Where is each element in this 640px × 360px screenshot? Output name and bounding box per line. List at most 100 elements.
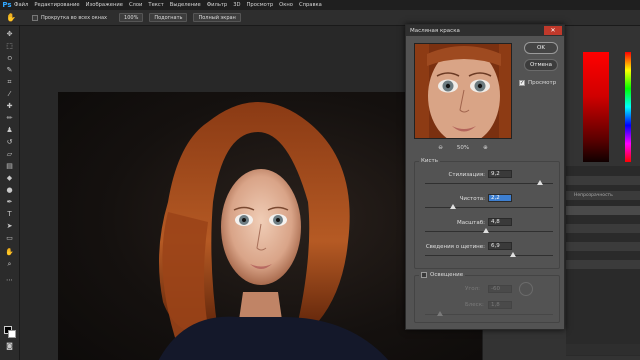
healing-brush-icon[interactable]: ✚	[4, 102, 15, 111]
history-brush-icon[interactable]: ↺	[4, 138, 15, 147]
bristle-detail-input[interactable]: 6,9	[488, 242, 512, 250]
eyedropper-tool-icon[interactable]: ⁄	[4, 90, 15, 99]
scale-slider-thumb[interactable]	[483, 228, 490, 233]
blur-tool-icon[interactable]: ◆	[4, 174, 15, 183]
background-color-swatch[interactable]	[8, 330, 16, 338]
scroll-all-windows-option[interactable]: Прокрутка во всех окнах	[32, 14, 108, 21]
color-picker-field[interactable]	[583, 52, 609, 162]
clone-stamp-icon[interactable]: ♟	[4, 126, 15, 135]
hand-tool-icon[interactable]: ✋	[4, 248, 15, 257]
layers-panel-row[interactable]	[566, 176, 640, 186]
shine-input[interactable]: 1,8	[488, 301, 512, 309]
angle-label: Угол:	[465, 286, 480, 292]
cleanliness-label: Чистота:	[459, 196, 485, 202]
quick-mask-icon[interactable]: ◙	[4, 342, 15, 351]
scale-param: Масштаб: 4,8	[415, 218, 561, 242]
stylization-slider-thumb[interactable]	[537, 180, 544, 185]
rectangle-tool-icon[interactable]: ▭	[4, 234, 15, 243]
pen-tool-icon[interactable]: ✒	[4, 198, 15, 207]
crop-tool-icon[interactable]: ⌗	[4, 78, 15, 87]
preview-toggle[interactable]: ✓ Просмотр	[519, 80, 556, 86]
brush-group: Кисть Стилизация: 9,2 Чистота: 2,2 Масшт…	[414, 158, 561, 269]
layer-row[interactable]	[566, 242, 640, 252]
shine-slider[interactable]	[425, 314, 553, 315]
marquee-tool-icon[interactable]: ⬚	[4, 42, 15, 51]
stylization-slider[interactable]	[425, 183, 553, 184]
path-select-icon[interactable]: ➤	[4, 222, 15, 231]
hue-slider[interactable]	[625, 52, 631, 162]
zoom-out-icon[interactable]: ⊖	[438, 145, 443, 151]
cancel-button[interactable]: Отмена	[524, 59, 558, 71]
bristle-detail-slider-thumb[interactable]	[510, 252, 517, 257]
preview-checkbox[interactable]: ✓	[519, 80, 525, 86]
opacity-label: Непрозрачность	[574, 193, 613, 198]
menu-view[interactable]: Просмотр	[247, 2, 274, 8]
lighting-group: Освещение Угол: -60 Блеск: 1,8	[414, 272, 560, 323]
angle-dial[interactable]	[519, 282, 533, 296]
shine-slider-thumb[interactable]	[437, 311, 443, 316]
ok-button[interactable]: OK	[524, 42, 558, 54]
preview-zoom-controls: ⊖ 50% ⊕	[414, 143, 512, 153]
menu-file[interactable]: Файл	[14, 2, 28, 8]
scale-input[interactable]: 4,8	[488, 218, 512, 226]
zoom-100-button[interactable]: 100%	[119, 13, 144, 22]
menu-3d[interactable]: 3D	[233, 2, 240, 8]
layer-row[interactable]	[566, 260, 640, 270]
tools-panel: ✥ ⬚ ഠ ✎ ⌗ ⁄ ✚ ✏ ♟ ↺ ▱ ▤ ◆ ● ✒ T ➤ ▭ ✋ ⌕ …	[0, 26, 20, 360]
move-tool-icon[interactable]: ✥	[4, 30, 15, 39]
menu-bar: Ps Файл Редактирование Изображение Слои …	[0, 0, 640, 10]
eraser-tool-icon[interactable]: ▱	[4, 150, 15, 159]
layer-row[interactable]	[566, 224, 640, 234]
menu-type[interactable]: Текст	[148, 2, 163, 8]
stylization-label: Стилизация:	[448, 172, 485, 178]
menu-filter[interactable]: Фильтр	[207, 2, 228, 8]
scroll-all-checkbox[interactable]	[32, 14, 38, 21]
bristle-detail-slider[interactable]	[425, 255, 553, 256]
zoom-tool-icon[interactable]: ⌕	[4, 260, 15, 269]
menu-edit[interactable]: Редактирование	[34, 2, 79, 8]
fit-screen-button[interactable]: Подогнать	[149, 13, 188, 22]
menu-window[interactable]: Окно	[279, 2, 293, 8]
scroll-all-label: Прокрутка во всех окнах	[41, 14, 108, 21]
menu-help[interactable]: Справка	[299, 2, 322, 8]
scale-label: Масштаб:	[457, 220, 485, 226]
preview-face-image	[415, 44, 511, 138]
oil-paint-dialog: Масляная краска ✕ ⊖ 50% ⊕ OK Отмена ✓ Пр…	[405, 24, 565, 330]
bristle-detail-param: Сведения о щетине: 6,9	[415, 242, 561, 266]
opacity-row[interactable]: Непрозрачность	[566, 191, 640, 201]
menu-image[interactable]: Изображение	[86, 2, 123, 8]
dodge-tool-icon[interactable]: ●	[4, 186, 15, 195]
bristle-detail-label: Сведения о щетине:	[425, 244, 485, 250]
quick-select-tool-icon[interactable]: ✎	[4, 66, 15, 75]
preview-label: Просмотр	[528, 80, 557, 86]
layer-row-selected[interactable]	[566, 206, 640, 216]
lasso-tool-icon[interactable]: ഠ	[4, 54, 15, 63]
lighting-toggle[interactable]: Освещение	[419, 272, 466, 278]
close-icon[interactable]: ✕	[544, 26, 562, 35]
filter-preview[interactable]	[414, 43, 512, 139]
layers-footer	[566, 344, 640, 356]
cleanliness-input[interactable]: 2,2	[488, 194, 512, 202]
fill-screen-button[interactable]: Полный экран	[193, 13, 241, 22]
lighting-checkbox[interactable]	[421, 272, 427, 278]
zoom-level: 50%	[456, 145, 470, 151]
cleanliness-slider[interactable]	[425, 207, 553, 208]
angle-input[interactable]: -60	[488, 285, 512, 293]
hand-tool-icon[interactable]: ✋	[4, 12, 18, 24]
zoom-in-icon[interactable]: ⊕	[483, 145, 488, 151]
lighting-label: Освещение	[430, 272, 464, 278]
shine-label: Блеск:	[465, 302, 484, 308]
stylization-input[interactable]: 9,2	[488, 170, 512, 178]
brush-tool-icon[interactable]: ✏	[4, 114, 15, 123]
dialog-titlebar[interactable]: Масляная краска ✕	[406, 25, 564, 36]
brush-group-title: Кисть	[419, 158, 440, 164]
photoshop-logo: Ps	[2, 1, 12, 9]
dialog-title: Масляная краска	[410, 27, 460, 34]
cleanliness-param: Чистота: 2,2	[415, 194, 561, 218]
menu-layers[interactable]: Слои	[129, 2, 142, 8]
menu-select[interactable]: Выделение	[170, 2, 201, 8]
cleanliness-slider-thumb[interactable]	[450, 204, 457, 209]
type-tool-icon[interactable]: T	[4, 210, 15, 219]
more-tools-icon[interactable]: ⋯	[4, 276, 15, 285]
gradient-tool-icon[interactable]: ▤	[4, 162, 15, 171]
